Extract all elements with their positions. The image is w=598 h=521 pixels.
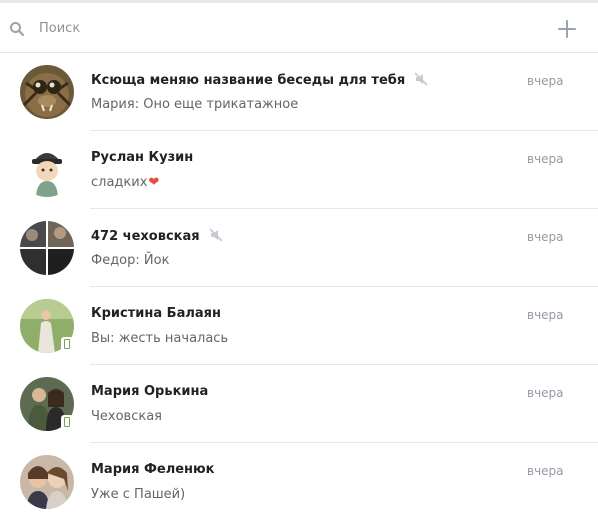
dialog-item[interactable]: 472 чеховская вчера Федор: Йок: [0, 209, 598, 287]
dialog-item[interactable]: Ксюща меняю название беседы для тебя вче…: [0, 53, 598, 131]
dialog-name: Кристина Балаян: [91, 306, 221, 321]
muted-icon: [414, 72, 428, 86]
dialog-item[interactable]: Кристина Балаян вчера Вы: жесть началась: [0, 287, 598, 365]
dialog-message: Чеховская: [91, 409, 163, 424]
dialog-time: вчера: [527, 74, 564, 88]
dialog-list: Ксюща меняю название беседы для тебя вче…: [0, 53, 598, 521]
avatar: [20, 143, 74, 197]
heart-emoji-icon: ❤: [148, 175, 160, 190]
plus-icon[interactable]: [558, 20, 576, 38]
dialog-item[interactable]: Руслан Кузин вчера сладких❤: [0, 131, 598, 209]
muted-icon: [209, 228, 223, 242]
dialog-name: Мария Орькина: [91, 384, 209, 399]
avatar: [20, 221, 74, 275]
dialog-item[interactable]: Мария Феленюк вчера Уже с Пашей): [0, 443, 598, 521]
dialog-name: Мария Феленюк: [91, 462, 215, 477]
dialog-message: Мария: Оно еще трикатажное: [91, 97, 299, 112]
dialog-time: вчера: [527, 308, 564, 322]
search-input[interactable]: [30, 13, 539, 43]
dialog-time: вчера: [527, 386, 564, 400]
dialog-item[interactable]: Мария Орькина вчера Чеховская: [0, 365, 598, 443]
dialog-time: вчера: [527, 464, 564, 478]
search-icon: [10, 22, 25, 37]
dialog-name: 472 чеховская: [91, 228, 223, 244]
dialog-time: вчера: [527, 152, 564, 166]
dialog-message: Федор: Йок: [91, 253, 170, 268]
mobile-online-icon: [61, 337, 73, 352]
avatar: [20, 455, 74, 509]
search-bar: [0, 3, 598, 53]
avatar: [20, 65, 74, 119]
dialog-name: Ксюща меняю название беседы для тебя: [91, 72, 428, 88]
dialog-message: Уже с Пашей): [91, 487, 186, 502]
dialog-message: Вы: жесть началась: [91, 331, 229, 346]
mobile-online-icon: [61, 415, 73, 430]
dialog-time: вчера: [527, 230, 564, 244]
dialog-message: сладких❤: [91, 175, 160, 190]
dialog-name: Руслан Кузин: [91, 150, 194, 165]
